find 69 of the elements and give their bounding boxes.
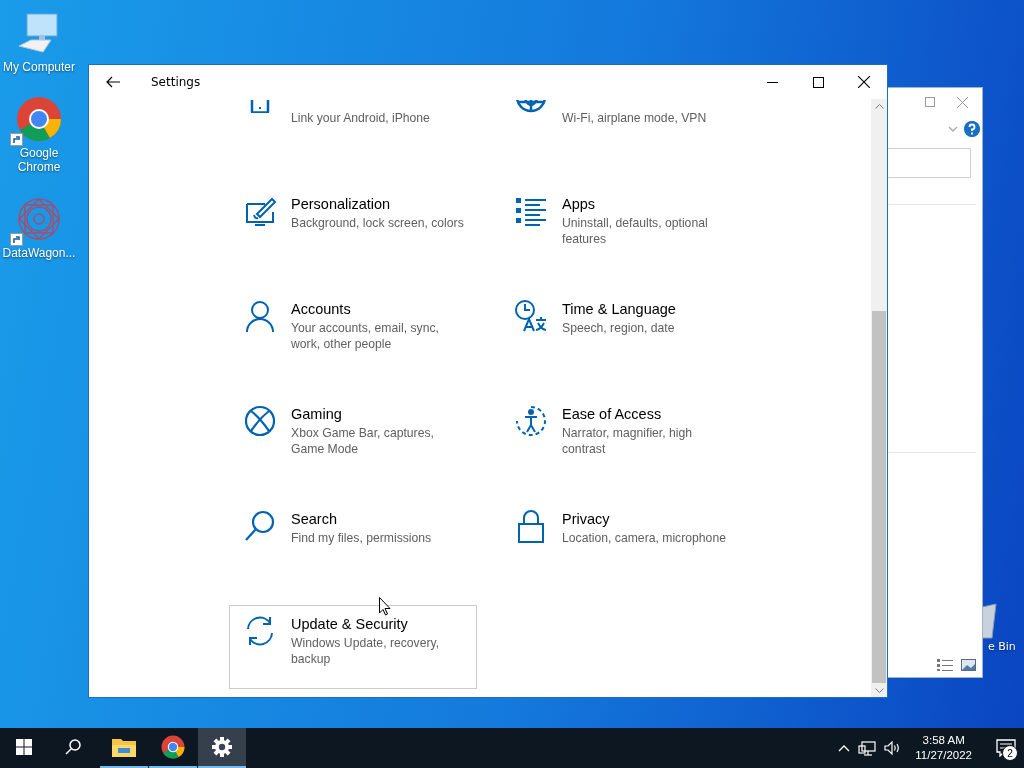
tile-title: Apps [562, 195, 597, 214]
chevron-up-icon[interactable] [838, 744, 851, 752]
settings-tile[interactable]: Time & Language Speech, region, date [500, 290, 748, 374]
tile-description: Your accounts, email, sync, work, other people [291, 320, 440, 352]
chevron-down-icon[interactable] [948, 126, 958, 132]
tile-title: Personalization [291, 195, 392, 214]
settings-tile[interactable]: Search Find my files, permissions [229, 500, 477, 584]
tile-description: Find my files, permissions [291, 530, 432, 546]
maximize-icon [812, 76, 824, 88]
settings-tile[interactable]: Ease of Access Narrator, magnifier, high contrast [500, 395, 748, 479]
tile-title: Gaming [291, 405, 343, 424]
xbox-icon [243, 404, 277, 438]
gear-icon [212, 737, 232, 757]
settings-tile[interactable]: Gaming Xbox Game Bar, captures, Game Mode [229, 395, 477, 479]
tile-description: Wi-Fi, airplane mode, VPN [562, 110, 707, 126]
help-icon[interactable] [964, 121, 980, 137]
back-arrow-icon [106, 76, 120, 88]
search-icon [243, 509, 277, 543]
tile-description: Background, lock screen, colors [291, 215, 464, 231]
tile-title: Search [291, 510, 338, 529]
person-icon [243, 299, 277, 333]
computer-icon [17, 12, 61, 56]
search-icon [65, 739, 81, 755]
details-view-icon[interactable] [937, 658, 953, 672]
folder-icon [112, 737, 136, 757]
settings-tile[interactable]: Personalization Background, lock screen, colors [229, 185, 477, 269]
minimize-icon [766, 81, 778, 83]
chrome-icon [16, 96, 62, 142]
tile-title: Privacy [562, 510, 611, 529]
tile-title: Ease of Access [562, 405, 663, 424]
scroll-up-icon[interactable] [874, 103, 884, 109]
close-icon [858, 76, 870, 88]
thumbnail-view-icon[interactable] [961, 659, 976, 671]
taskbar-app-button[interactable] [198, 728, 246, 768]
tile-title: Accounts [291, 300, 352, 319]
window-title: Settings [151, 75, 202, 89]
clock-letters-icon [514, 299, 548, 333]
tile-description: Link your Android, iPhone [291, 110, 430, 126]
desktop-icon-label[interactable]: e Bin [988, 640, 1016, 653]
settings-tile[interactable]: Privacy Location, camera, microphone [500, 500, 748, 584]
notifications-button[interactable]: 2 [988, 728, 1024, 768]
maximize-icon[interactable] [925, 97, 935, 107]
tile-title: Time & Language [562, 300, 676, 319]
volume-icon[interactable] [884, 741, 902, 755]
tile-description: Location, camera, microphone [562, 530, 726, 546]
cursor-icon [379, 597, 391, 616]
tile-description: Windows Update, recovery, backup [291, 635, 441, 667]
scrollbar[interactable] [871, 99, 887, 697]
settings-tile[interactable]: Accounts Your accounts, email, sync, work, other people [229, 290, 477, 374]
notification-count: 2 [1002, 745, 1018, 761]
settings-tile[interactable]: Apps Uninstall, defaults, optional features [500, 185, 748, 269]
close-icon[interactable] [957, 96, 968, 108]
network-icon[interactable] [858, 740, 877, 756]
settings-tile[interactable]: Update & Security Windows Update, recovery, backup [229, 605, 477, 689]
scroll-down-icon[interactable] [874, 687, 884, 693]
windows-logo-icon [16, 739, 32, 755]
tile-title: Update & Security [291, 615, 409, 634]
chrome-icon [161, 735, 185, 759]
tile-description: Speech, region, date [562, 320, 676, 336]
tile-description: Uninstall, defaults, optional features [562, 215, 709, 247]
tile-description: Narrator, magnifier, high contrast [562, 425, 694, 457]
globe-icon [514, 100, 548, 113]
speech-bubble-icon [996, 739, 1016, 757]
clock[interactable]: 3:58 AM 11/27/2022 [909, 733, 978, 763]
settings-tile[interactable]: Wi-Fi, airplane mode, VPN [500, 99, 748, 164]
accessibility-icon [514, 404, 548, 438]
mandala-icon [16, 196, 62, 242]
settings-tile[interactable]: Link your Android, iPhone [229, 99, 477, 164]
tile-description: Xbox Game Bar, captures, Game Mode [291, 425, 435, 457]
